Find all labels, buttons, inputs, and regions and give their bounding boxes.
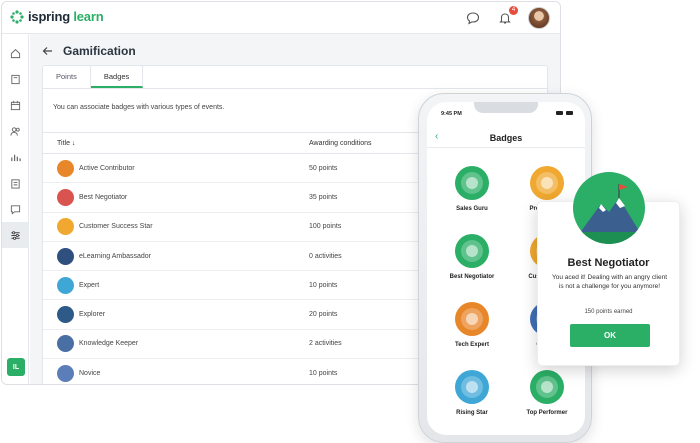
badge-title: Novice — [79, 369, 101, 377]
sidebar-item-messages[interactable] — [2, 196, 29, 222]
phone-header: ‹ Badges — [427, 128, 585, 148]
sidebar: IL — [2, 34, 29, 384]
sidebar-item-users[interactable] — [2, 118, 29, 144]
badge-emblem-icon — [530, 166, 564, 200]
badge-thumbnail-icon — [57, 306, 74, 324]
badge-thumbnail-icon — [57, 335, 74, 353]
column-header-conditions: Awarding conditions — [309, 139, 372, 147]
badge-emblem-icon — [530, 370, 564, 404]
tab-badges[interactable]: Badges — [90, 66, 144, 88]
phone-badge-label: Tech Expert — [455, 342, 489, 348]
badge-title: eLearning Ambassador — [79, 252, 151, 260]
page-description: You can associate badges with various ty… — [53, 104, 225, 111]
status-icons — [556, 111, 573, 115]
page-title: Gamification — [63, 44, 136, 58]
sidebar-item-content[interactable] — [2, 66, 29, 92]
badge-thumbnail-icon — [57, 247, 74, 265]
chat-button[interactable] — [464, 9, 482, 27]
badge-condition: 0 activities — [309, 252, 342, 260]
badge-emblem-icon — [455, 370, 489, 404]
phone-notch — [474, 102, 538, 113]
badge-condition: 35 points — [309, 193, 338, 201]
badge-condition: 10 points — [309, 281, 338, 289]
logo-brand: ispring — [28, 9, 70, 24]
phone-badge-item[interactable]: Sales Guru — [437, 166, 507, 212]
badge-thumbnail-icon — [57, 276, 74, 294]
phone-badge-label: Best Negotiator — [449, 274, 495, 280]
ispring-logo[interactable]: ispring learn — [10, 9, 104, 24]
phone-badge-label: Top Performer — [526, 410, 568, 416]
back-arrow-icon[interactable] — [42, 46, 53, 56]
popup-points: 150 points earned — [584, 309, 633, 315]
column-header-title[interactable]: Title ↓ — [57, 140, 75, 147]
sidebar-item-home[interactable] — [2, 40, 29, 66]
users-icon — [10, 126, 20, 136]
logo-mark-icon — [10, 9, 24, 24]
phone-badge-label: Rising Star — [456, 410, 488, 416]
badge-title: Expert — [79, 281, 100, 289]
sliders-icon — [11, 230, 20, 240]
sidebar-item-calendar[interactable] — [2, 92, 29, 118]
badge-emblem-icon — [455, 166, 489, 200]
phone-badge-item[interactable]: Rising Star — [437, 370, 507, 416]
popup-message: You aced it! Dealing with an angry clien… — [551, 274, 668, 290]
phone-badge-label: Sales Guru — [456, 206, 488, 212]
notifications-button[interactable]: 4 — [496, 6, 518, 27]
chat-icon — [466, 12, 480, 25]
badge-thumbnail-icon — [57, 159, 74, 177]
sidebar-item-settings[interactable] — [2, 222, 29, 248]
badge-condition: 20 points — [309, 311, 338, 319]
sidebar-item-tasks[interactable] — [2, 170, 29, 196]
notification-count-badge: 4 — [509, 6, 518, 15]
phone-badge-item[interactable]: Tech Expert — [437, 302, 507, 348]
ok-button[interactable]: OK — [570, 324, 650, 347]
badge-earned-popup: Best Negotiator You aced it! Dealing wit… — [537, 172, 680, 366]
clipboard-icon — [11, 178, 20, 189]
badge-title: Explorer — [79, 311, 106, 319]
logo-product: learn — [73, 9, 104, 24]
badge-title: Active Contributor — [79, 164, 135, 172]
badge-thumbnail-icon — [57, 188, 74, 206]
badge-condition: 2 activities — [309, 340, 342, 348]
phone-badge-item[interactable]: Best Negotiator — [437, 234, 507, 280]
top-bar: ispring learn 4 — [2, 2, 560, 34]
badge-condition: 50 points — [309, 164, 338, 172]
badge-title: Best Negotiator — [79, 193, 128, 201]
badge-title: Knowledge Keeper — [79, 340, 139, 348]
badge-thumbnail-icon — [57, 218, 74, 236]
tab-points[interactable]: Points — [43, 66, 91, 88]
logo-text: ispring learn — [28, 9, 104, 24]
calendar-icon — [10, 100, 21, 110]
badge-thumbnail-icon — [57, 364, 74, 382]
user-avatar[interactable] — [528, 7, 550, 29]
sidebar-item-reports[interactable] — [2, 144, 29, 170]
badge-condition: 100 points — [309, 223, 342, 231]
status-time: 9:45 PM — [441, 111, 462, 117]
badge-title: Customer Success Star — [79, 223, 153, 231]
book-icon — [11, 74, 20, 84]
popup-title: Best Negotiator — [567, 257, 650, 269]
tab-bar: Points Badges — [43, 66, 547, 89]
phone-badge-item[interactable]: Top Performer — [512, 370, 582, 416]
badge-condition: 10 points — [309, 369, 338, 377]
home-icon — [10, 48, 21, 58]
phone-title: Badges — [489, 133, 523, 143]
badge-emblem-icon — [455, 234, 489, 268]
mountain-flag-icon — [573, 172, 645, 244]
message-icon — [10, 204, 21, 215]
bar-chart-icon — [11, 154, 21, 161]
badge-emblem-icon — [455, 302, 489, 336]
user-initials-chip[interactable]: IL — [7, 358, 25, 376]
